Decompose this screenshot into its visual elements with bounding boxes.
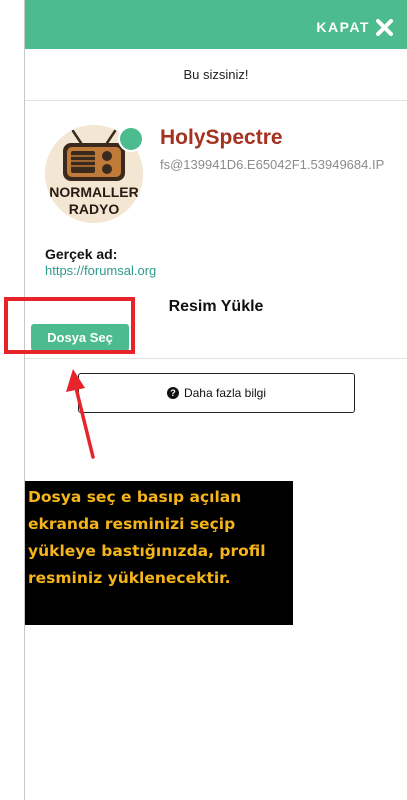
annotation-note: Dosya seç e basıp açılan ekranda resmini… xyxy=(25,481,293,625)
annotation-arrow-icon xyxy=(66,369,95,459)
